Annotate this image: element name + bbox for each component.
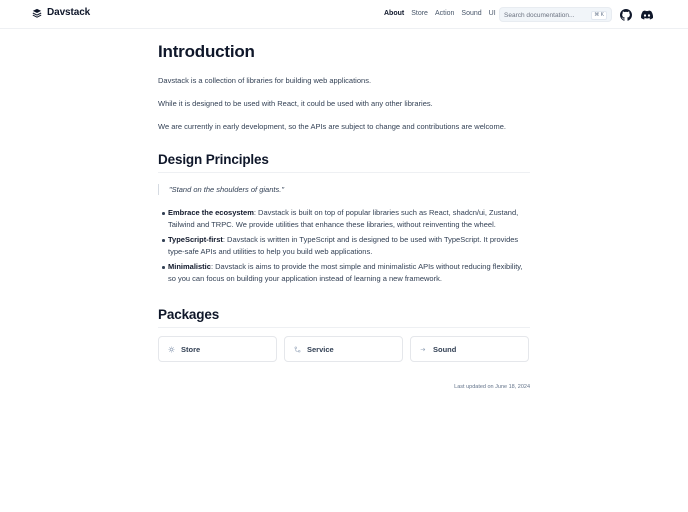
nav-link-about[interactable]: About [384,9,404,19]
principle-term: TypeScript-first [168,235,223,244]
principle-term: Minimalistic [168,262,211,271]
nav-link-store[interactable]: Store [411,9,428,19]
package-card-label: Store [181,344,201,354]
top-header: Davstack About Store Action Sound UI ⌘ K [0,0,688,29]
article: Introduction Davstack is a collection of… [158,41,530,390]
discord-icon [640,10,653,20]
list-item: Embrace the ecosystem: Davstack is built… [158,207,530,231]
intro-paragraph-2: While it is designed to be used with Rea… [158,99,433,108]
page-title: Introduction [158,42,255,61]
package-card-service[interactable]: Service [284,336,403,362]
intro-paragraph-3: We are currently in early development, s… [158,122,506,131]
brand-link[interactable]: Davstack [32,7,90,18]
principle-term: Embrace the ecosystem [168,208,254,217]
list-item: Minimalistic: Davstack is aims to provid… [158,261,530,285]
principle-text: : Davstack is aims to provide the most s… [168,262,523,283]
principles-quote: "Stand on the shoulders of giants." [158,184,530,195]
packages-cards: Store Service Sound [158,336,530,362]
last-updated-text: Last updated on June 18, 2024 [454,384,530,390]
intro-paragraph-1: Davstack is a collection of libraries fo… [158,76,372,85]
nav-link-sound[interactable]: Sound [461,9,481,19]
github-link[interactable] [619,8,632,21]
principles-list: Embrace the ecosystem: Davstack is built… [158,207,530,285]
package-card-label: Sound [433,344,457,354]
brand-name: Davstack [47,7,91,18]
layers-logo-icon [32,8,42,18]
packages-heading: Packages [158,306,530,328]
package-card-label: Service [307,344,334,354]
list-item: TypeScript-first: Davstack is written in… [158,234,530,258]
package-card-store[interactable]: Store [158,336,277,362]
search-shortcut-badge: ⌘ K [591,11,607,20]
discord-link[interactable] [640,8,653,21]
nav-link-ui[interactable]: UI [489,9,496,19]
package-card-sound[interactable]: Sound [410,336,529,362]
main-nav: About Store Action Sound UI [384,9,496,19]
search-input[interactable] [504,10,590,20]
store-icon [168,345,175,353]
nav-link-action[interactable]: Action [435,9,454,19]
service-icon [294,346,301,352]
github-icon [619,8,632,21]
sound-icon [420,347,426,351]
design-principles-heading: Design Principles [158,151,530,173]
search-box[interactable]: ⌘ K [499,7,612,22]
